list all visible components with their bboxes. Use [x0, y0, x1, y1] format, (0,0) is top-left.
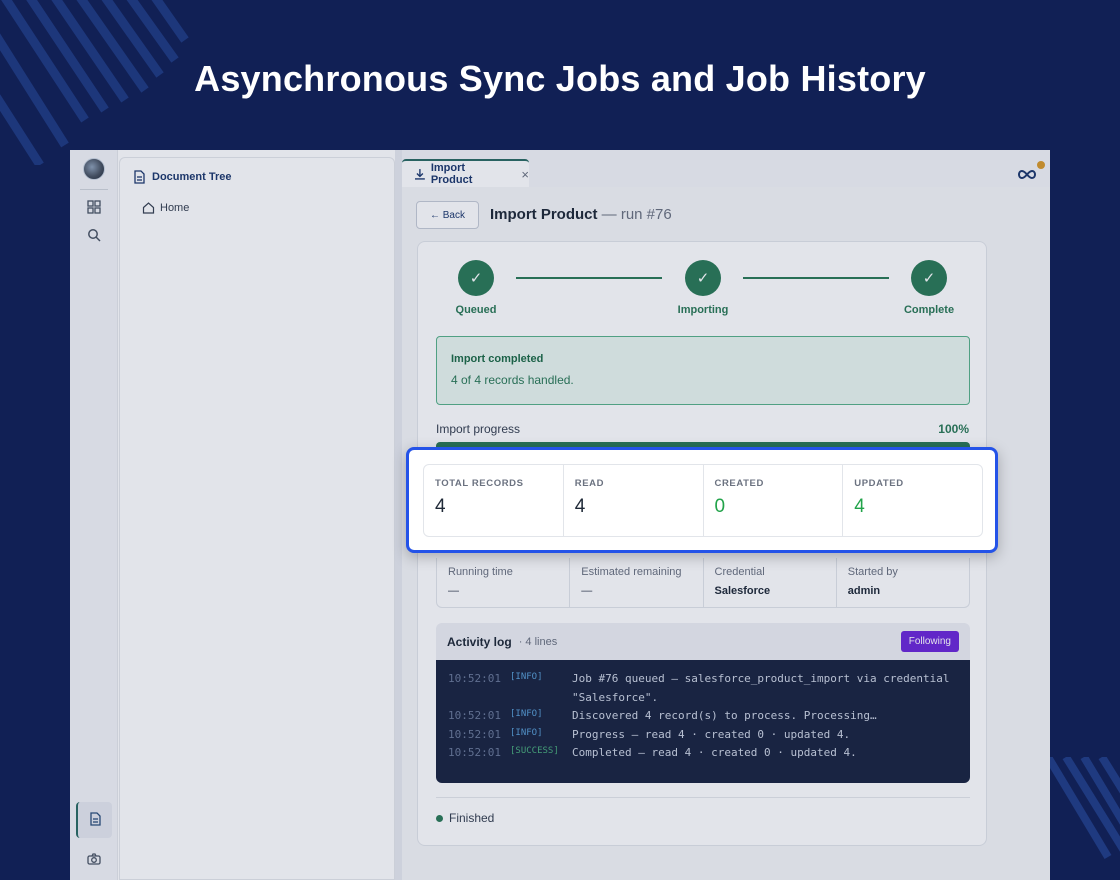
log-message: Completed — read 4 · created 0 · updated… [572, 746, 857, 759]
log-level: [SUCCESS] [510, 746, 559, 756]
page-title-name: Import Product [490, 206, 598, 223]
log-timestamp: 10:52:01 [448, 746, 501, 759]
meta-label: Started by [847, 566, 898, 578]
tab-label: Import Product [430, 162, 473, 186]
step-importing-check-icon: ✓ [685, 260, 721, 296]
meta-value: Salesforce [714, 585, 771, 597]
stat-updated: UPDATED 4 [843, 465, 982, 536]
log-message: Progress — read 4 · created 0 · updated … [572, 727, 851, 741]
stat-total-records: TOTAL RECORDS 4 [424, 465, 564, 536]
stat-label: READ [574, 478, 605, 489]
step-label-queued: Queued [455, 304, 497, 316]
alert-title: Import completed [451, 353, 544, 365]
stat-value: 4 [574, 496, 586, 517]
log-line: 10:52:01 [INFO] Progress — read 4 · crea… [448, 726, 958, 745]
step-label-importing: Importing [677, 304, 729, 316]
stat-value: 4 [854, 496, 865, 517]
meta-estimated-remaining: Estimated remaining — [570, 558, 704, 607]
stats-highlight-callout: TOTAL RECORDS 4 READ 4 CREATED 0 UPDATED… [406, 447, 998, 553]
meta-label: Estimated remaining [581, 566, 682, 578]
meta-value: — [581, 585, 593, 597]
log-level: [INFO] [510, 672, 543, 682]
icon-rail [70, 150, 118, 880]
document-icon[interactable] [88, 812, 102, 826]
record-stats: TOTAL RECORDS 4 READ 4 CREATED 0 UPDATED… [423, 464, 983, 537]
document-tree-header: Document Tree [132, 170, 231, 184]
camera-icon[interactable] [87, 852, 101, 866]
page-headline: Asynchronous Sync Jobs and Job History [194, 58, 926, 99]
decorative-stripes-bottom-right [1048, 757, 1120, 860]
grid-icon[interactable] [87, 200, 101, 214]
stat-value: 4 [435, 496, 446, 517]
document-tree-title: Document Tree [152, 171, 232, 183]
meta-running-time: Running time — [437, 558, 571, 607]
download-icon [414, 169, 425, 180]
document-tree-panel: Document Tree Home [119, 157, 395, 880]
progress-percent: 100% [938, 422, 969, 436]
step-queued-check-icon: ✓ [458, 260, 494, 296]
status-dot [436, 814, 443, 822]
step-complete-check-icon: ✓ [911, 260, 947, 296]
meta-started-by: Started by admin [837, 558, 969, 607]
tab-close-icon[interactable]: × [521, 167, 529, 182]
job-meta-row: Running time — Estimated remaining — Cre… [436, 558, 970, 608]
status-label: Finished [449, 811, 495, 825]
document-icon [134, 170, 145, 184]
activity-log-title: Activity log [447, 634, 512, 649]
log-level: [INFO] [510, 727, 543, 738]
tab-import-product[interactable]: Import Product × [402, 159, 529, 187]
page-title: Import Product — run #76 [490, 206, 672, 223]
log-line: 10:52:01 [INFO] Discovered 4 record(s) t… [448, 707, 958, 726]
log-message: Discovered 4 record(s) to process. Proce… [572, 709, 877, 722]
avatar[interactable] [83, 158, 105, 180]
brand-logo-icon [1018, 161, 1045, 180]
meta-label: Running time [448, 566, 513, 578]
meta-label: Credential [714, 566, 765, 578]
panel-resize-handle[interactable] [395, 150, 402, 880]
step-label-complete: Complete [903, 304, 955, 316]
activity-log-header: Activity log · 4 lines Following [436, 623, 970, 660]
rail-divider [80, 189, 108, 190]
home-icon [142, 202, 155, 214]
meta-value: admin [847, 585, 881, 597]
activity-log-count: · 4 lines [518, 635, 558, 648]
page-title-run: — run #76 [601, 206, 672, 223]
following-button[interactable]: Following [900, 631, 959, 652]
log-timestamp: 10:52:01 [448, 727, 501, 741]
stat-value: 0 [714, 496, 726, 517]
job-status: Finished [436, 811, 494, 825]
tab-bar: Import Product × [402, 150, 1050, 187]
log-level: [INFO] [510, 709, 543, 719]
log-timestamp: 10:52:01 [448, 709, 501, 722]
activity-log: Activity log · 4 lines Following 10:52:0… [436, 623, 970, 783]
stat-label: CREATED [714, 478, 764, 489]
meta-value: — [448, 585, 459, 597]
meta-credential: Credential Salesforce [704, 558, 837, 607]
stat-created: CREATED 0 [704, 465, 844, 536]
stat-read: READ 4 [564, 465, 704, 536]
activity-log-console[interactable]: 10:52:01 [INFO] Job #76 queued — salesfo… [436, 660, 970, 783]
success-alert: Import completed 4 of 4 records handled. [436, 336, 970, 405]
log-line: 10:52:01 [SUCCESS] Completed — read 4 · … [448, 744, 958, 763]
stat-label: TOTAL RECORDS [435, 478, 524, 489]
step-connector [516, 277, 662, 279]
back-button[interactable]: ← Back [416, 201, 479, 229]
log-message: Job #76 queued — salesforce_product_impo… [572, 672, 950, 704]
progress-label: Import progress [436, 422, 521, 436]
log-timestamp: 10:52:01 [448, 672, 501, 685]
card-divider [436, 797, 970, 798]
search-icon[interactable] [87, 228, 101, 242]
stat-label: UPDATED [854, 478, 904, 489]
alert-detail: 4 of 4 records handled. [451, 373, 574, 387]
tree-item-label: Home [160, 201, 190, 214]
log-line: 10:52:01 [INFO] Job #76 queued — salesfo… [448, 670, 958, 707]
tree-item-home[interactable]: Home [142, 201, 189, 214]
step-connector [743, 277, 889, 279]
